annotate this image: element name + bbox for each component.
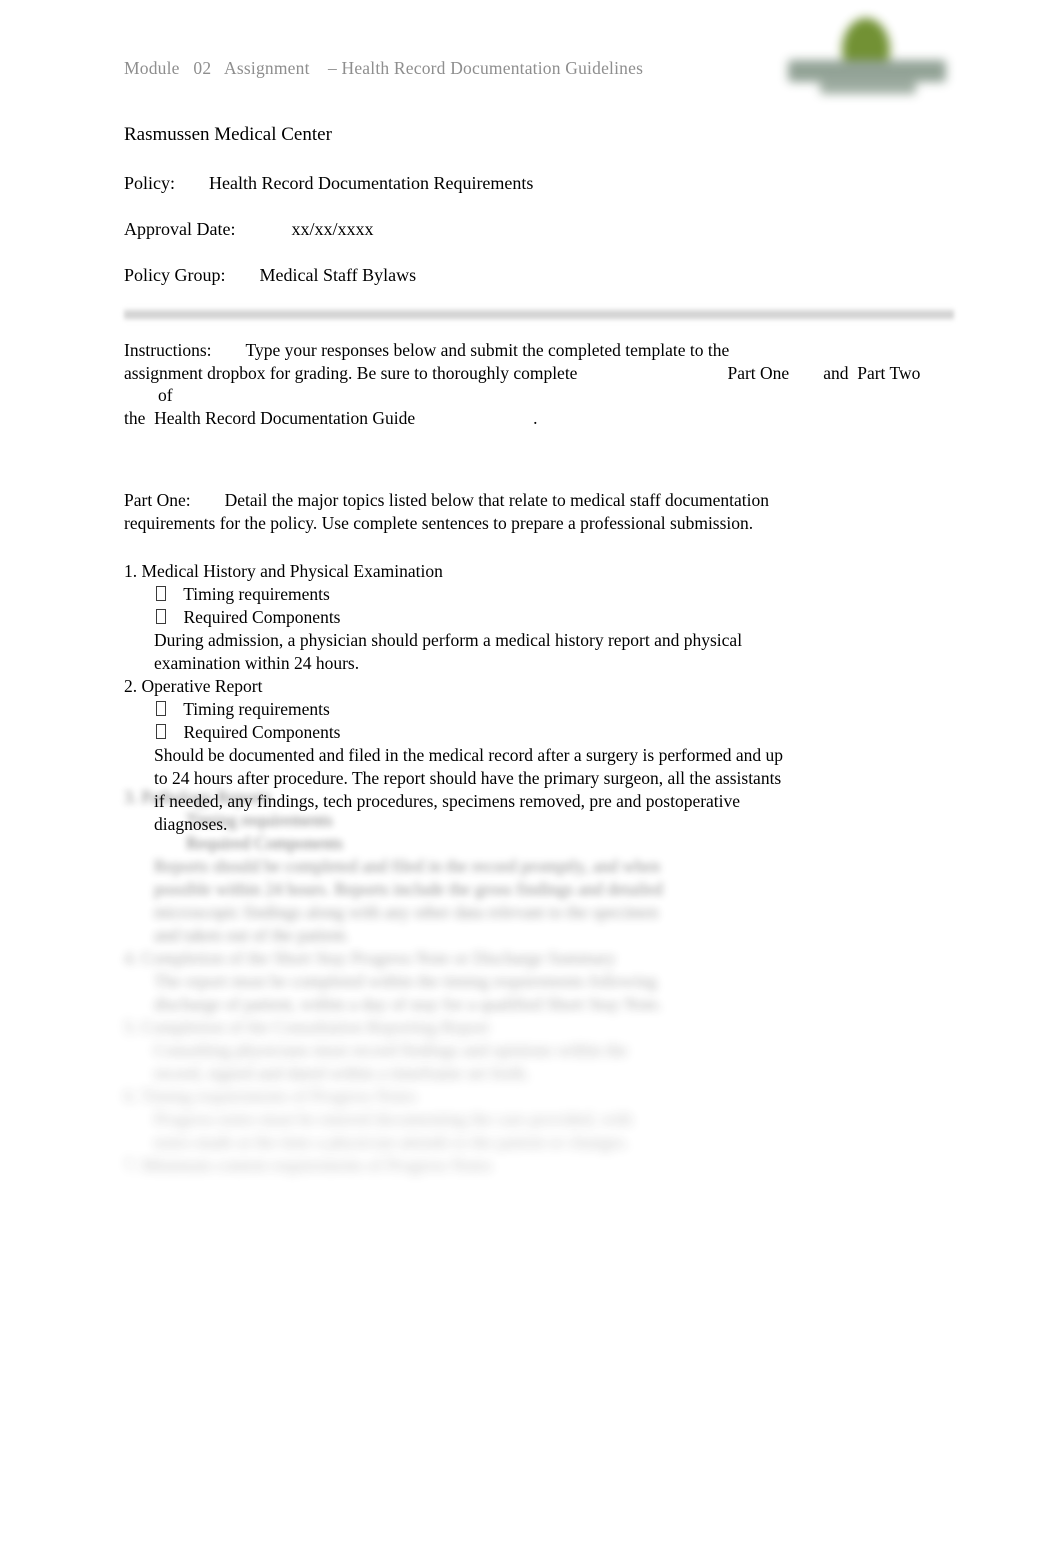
- instructions-of: of: [158, 385, 173, 405]
- policy-group-label: Policy Group:: [124, 265, 226, 285]
- obscured-line: 6. Timing requirements of Progress Notes: [124, 1086, 417, 1106]
- obscured-line: possible within 24 hours. Reports includ…: [154, 879, 663, 899]
- policy-group-row: Policy Group: Medical Staff Bylaws: [124, 262, 954, 288]
- topic-heading: 1. Medical History and Physical Examinat…: [124, 561, 443, 581]
- running-header: Module 02 Assignment – Health Record Doc…: [124, 58, 643, 79]
- header-module-label: Module 02 Assignment: [124, 58, 310, 78]
- part-one-label: Part One:: [124, 490, 191, 510]
- part-one-desc-line2: requirements for the policy. Use complet…: [124, 512, 754, 533]
- policy-value: Health Record Documentation Requirements: [209, 173, 534, 193]
- obscured-line: 7. Minimum content requirements of Progr…: [124, 1155, 492, 1175]
- part-two-ref: Part Two: [857, 362, 921, 383]
- logo-tagline: [820, 80, 916, 94]
- section-divider: [124, 308, 954, 321]
- policy-group-value: Medical Staff Bylaws: [259, 265, 417, 285]
- document-body: Rasmussen Medical Center Policy: Health R…: [124, 122, 954, 836]
- obscured-line: microscopic findings along with any othe…: [154, 902, 659, 922]
- topic-bullet: Required Components: [124, 721, 954, 744]
- approval-date-label: Approval Date:: [124, 219, 236, 239]
- obscured-content-region: 3. Pathology Reports Timing requirements R…: [124, 786, 954, 1177]
- part-one-ref: Part One: [727, 362, 790, 383]
- bullet-tofu-icon: [156, 701, 166, 716]
- approval-date-row: Approval Date: xx/xx/xxxx: [124, 216, 954, 242]
- document-page: Module 02 Assignment – Health Record Doc…: [0, 0, 1062, 1561]
- logo-wordmark: [788, 60, 946, 82]
- obscured-line: notes made at the time a physician atten…: [154, 1132, 629, 1152]
- bullet-tofu-icon: [156, 724, 166, 739]
- obscured-line: and taken out of the patient.: [154, 925, 350, 945]
- part-one-block: Part One: Detail the major topics listed …: [124, 489, 954, 534]
- bullet-tofu-icon: [156, 586, 166, 601]
- instructions-and: and: [823, 362, 849, 383]
- organization-name: Rasmussen Medical Center: [124, 124, 332, 145]
- instructions-block: Instructions: Type your responses below a…: [124, 339, 954, 429]
- bullet-tofu-icon: [156, 609, 166, 624]
- topic-bullet-label: Timing requirements: [183, 584, 330, 604]
- policy-label: Policy:: [124, 173, 176, 193]
- topic-bullet: Timing requirements: [124, 583, 954, 606]
- obscured-line: Timing requirements: [186, 810, 333, 830]
- part-one-desc-line1: Detail the major topics listed below tha…: [224, 490, 770, 510]
- topic-heading: 2. Operative Report: [124, 676, 263, 696]
- topic-answer: During admission, a physician should per…: [154, 630, 743, 673]
- obscured-line: 3. Pathology Reports: [124, 787, 272, 807]
- instructions-label: Instructions:: [124, 340, 212, 360]
- obscured-line: Progress notes must be entered documenti…: [154, 1109, 633, 1129]
- guide-title: Health Record Documentation Guide: [154, 407, 416, 428]
- obscured-line: The report must be completed within the …: [154, 971, 658, 991]
- instructions-line1: Type your responses below and submit the…: [245, 340, 730, 360]
- obscured-line: Required Components: [186, 833, 343, 853]
- topic-bullet-label: Timing requirements: [183, 699, 330, 719]
- instructions-period: .: [533, 407, 538, 428]
- obscured-line: 5. Completion of the Consultation Report…: [124, 1017, 490, 1037]
- header-assignment-title: – Health Record Documentation Guidelines: [327, 58, 644, 78]
- approval-date-value: xx/xx/xxxx: [291, 219, 374, 239]
- obscured-line: record, signed and dated within a timefr…: [154, 1063, 530, 1083]
- obscured-line: discharge of patient, within a day of st…: [154, 994, 663, 1014]
- instructions-line3: the: [124, 407, 146, 428]
- instructions-line2: assignment dropbox for grading. Be sure …: [124, 362, 578, 383]
- topic-bullet: Required Components: [124, 606, 954, 629]
- topic-bullet: Timing requirements: [124, 698, 954, 721]
- obscured-line: Consulting physicians must record findin…: [154, 1040, 628, 1060]
- rasmussen-logo: [786, 12, 948, 108]
- topic-bullet-label: Required Components: [183, 722, 341, 742]
- topic-bullet-label: Required Components: [183, 607, 341, 627]
- obscured-line: 4. Completion of the Short Stay Progress…: [124, 948, 617, 968]
- obscured-line: Reports should be completed and filed in…: [154, 856, 661, 876]
- policy-row: Policy: Health Record Documentation Requi…: [124, 170, 954, 196]
